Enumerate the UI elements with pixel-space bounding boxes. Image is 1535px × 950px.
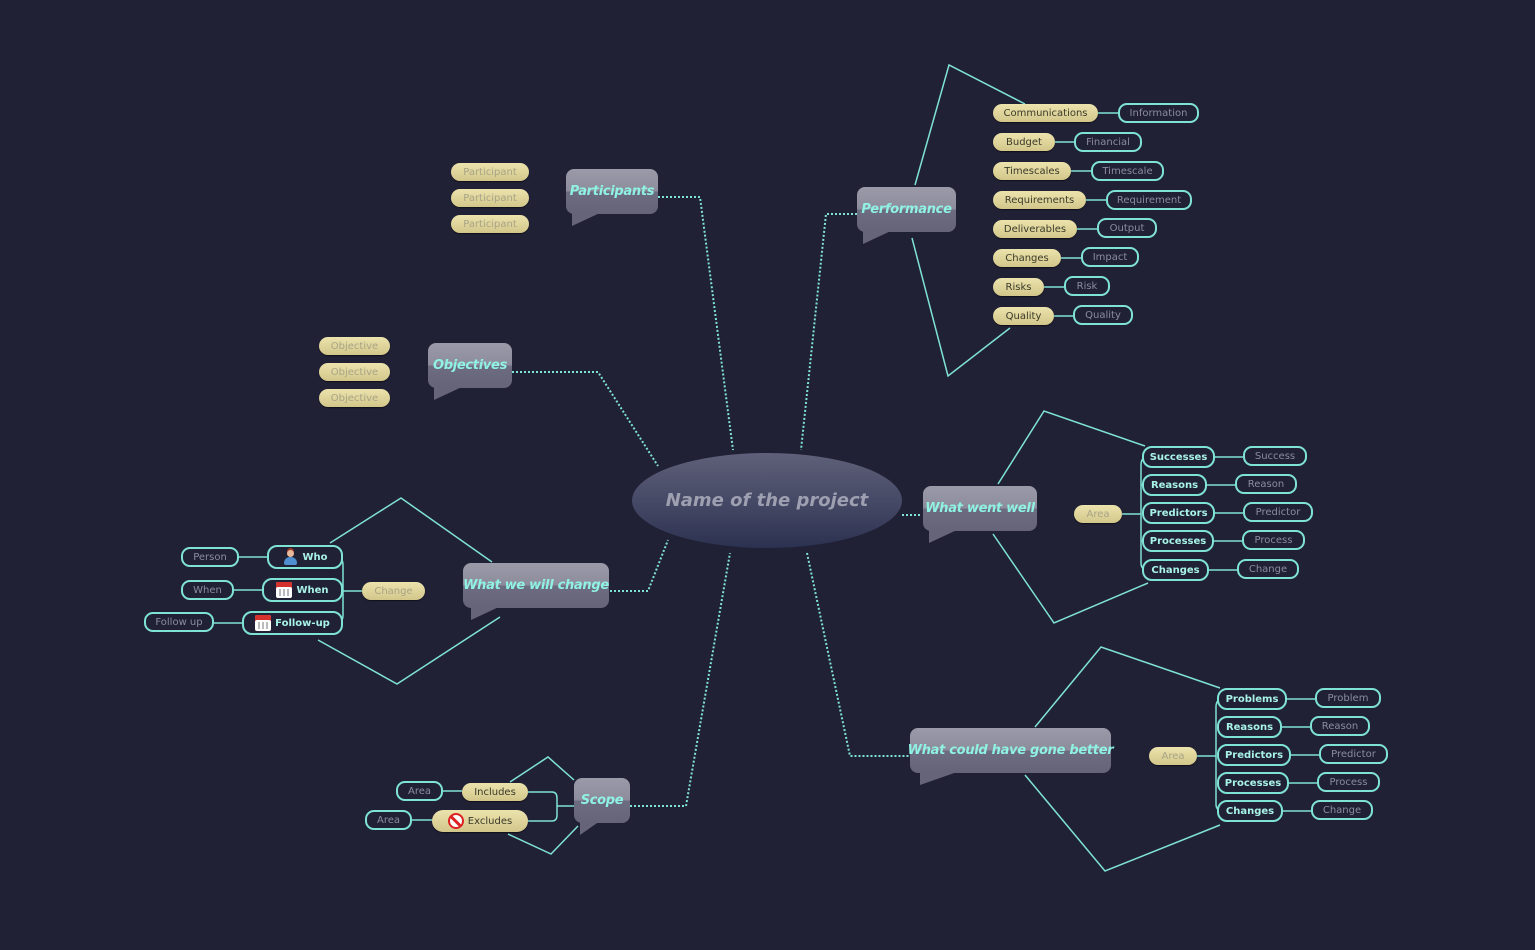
performance-detail-quality[interactable]: Quality [1073,305,1133,325]
will-change-change-node[interactable]: Change [362,582,425,600]
went-well-topic-reasons[interactable]: Reasons [1142,474,1207,496]
link-gone-better [806,552,910,757]
will-change-detail-follow-up[interactable]: Follow up [144,612,214,632]
gone-better-detail-reason[interactable]: Reason [1310,716,1370,736]
calendar-icon [276,582,293,598]
gone-better-detail-process[interactable]: Process [1317,772,1380,792]
link-performance [800,213,857,451]
no-entry-icon [447,813,464,829]
central-topic-label: Name of the project [665,490,869,511]
who-label: Who [302,551,328,563]
participants-label: Participants [569,184,655,199]
will-change-topic-who[interactable]: Who [267,545,343,569]
went-well-detail-reason[interactable]: Reason [1235,474,1297,494]
went-well-bubble[interactable]: What went well [923,486,1037,543]
went-well-topic-changes[interactable]: Changes [1142,559,1209,581]
went-well-topic-predictors[interactable]: Predictors [1142,502,1215,524]
performance-detail-risk[interactable]: Risk [1064,276,1110,296]
bracket-went-well-bottom [992,533,1149,624]
performance-detail-information[interactable]: Information [1118,103,1199,123]
performance-topic-deliverables[interactable]: Deliverables [993,220,1077,238]
gone-better-label: What could have gone better [907,743,1114,758]
objectives-label: Objectives [432,358,508,373]
performance-detail-requirement[interactable]: Requirement [1106,190,1192,210]
went-well-topic-successes[interactable]: Successes [1142,446,1215,468]
participant-node[interactable]: Participant [451,215,529,233]
gone-better-topic-predictors[interactable]: Predictors [1217,744,1291,766]
central-topic[interactable]: Name of the project [632,453,902,548]
scope-topic-includes[interactable]: Includes [462,783,528,801]
will-change-label: What we will change [463,578,609,593]
participant-node[interactable]: Participant [451,189,529,207]
performance-topic-budget[interactable]: Budget [993,133,1055,151]
will-change-bubble[interactable]: What we will change [463,563,609,620]
performance-detail-impact[interactable]: Impact [1081,247,1139,267]
went-well-detail-change[interactable]: Change [1237,559,1299,579]
link-objectives [512,371,659,467]
went-well-detail-process[interactable]: Process [1242,530,1305,550]
excludes-label: Excludes [467,815,513,827]
link-will-change [610,539,669,592]
scope-detail-area-excludes[interactable]: Area [365,810,412,830]
performance-detail-timescale[interactable]: Timescale [1091,161,1164,181]
performance-detail-output[interactable]: Output [1097,218,1157,238]
gone-better-topic-changes[interactable]: Changes [1217,800,1283,822]
performance-topic-changes[interactable]: Changes [993,249,1061,267]
will-change-detail-person[interactable]: Person [181,547,239,567]
performance-topic-quality[interactable]: Quality [993,307,1054,325]
went-well-label: What went well [925,501,1035,516]
bracket-went-well-top [997,410,1146,485]
performance-bubble[interactable]: Performance [857,187,956,244]
person-icon [282,549,298,565]
gone-better-topic-problems[interactable]: Problems [1217,688,1287,710]
link-participants [658,196,734,451]
when-label: When [296,584,329,596]
link-scope [630,552,731,807]
gone-better-bubble[interactable]: What could have gone better [907,728,1114,785]
performance-detail-financial[interactable]: Financial [1074,132,1142,152]
bracket-will-change-bottom [317,616,501,685]
went-well-topic-processes[interactable]: Processes [1142,530,1214,552]
went-well-detail-success[interactable]: Success [1243,446,1307,466]
performance-label: Performance [861,202,952,217]
will-change-topic-follow-up[interactable]: Follow-up [242,611,343,635]
participant-node[interactable]: Participant [451,163,529,181]
gone-better-area-node[interactable]: Area [1149,747,1197,765]
objective-node[interactable]: Objective [319,389,390,407]
performance-topic-requirements[interactable]: Requirements [993,191,1086,209]
bracket-scope-top [509,756,575,783]
went-well-detail-predictor[interactable]: Predictor [1243,502,1313,522]
performance-topic-timescales[interactable]: Timescales [993,162,1071,180]
objective-node[interactable]: Objective [319,337,390,355]
gone-better-detail-predictor[interactable]: Predictor [1319,744,1388,764]
follow-up-label: Follow-up [275,617,330,629]
scope-bubble[interactable]: Scope [574,778,630,835]
will-change-topic-when[interactable]: When [262,578,343,602]
gone-better-topic-reasons[interactable]: Reasons [1217,716,1282,738]
participants-bubble[interactable]: Participants [566,169,658,226]
went-well-area-node[interactable]: Area [1074,505,1122,523]
calendar-icon [255,615,272,631]
scope-label: Scope [580,793,624,808]
gone-better-topic-processes[interactable]: Processes [1217,772,1289,794]
scope-topic-excludes[interactable]: Excludes [432,810,528,832]
performance-topic-communications[interactable]: Communications [993,104,1098,122]
performance-topic-risks[interactable]: Risks [993,278,1044,296]
objective-node[interactable]: Objective [319,363,390,381]
bracket-gone-better-bottom [1024,774,1221,872]
gone-better-detail-change[interactable]: Change [1311,800,1373,820]
bracket-will-change-top [329,497,493,563]
bracket-gone-better-top [1034,646,1221,728]
will-change-detail-when[interactable]: When [181,580,234,600]
gone-better-detail-problem[interactable]: Problem [1315,688,1381,708]
objectives-bubble[interactable]: Objectives [428,343,512,400]
scope-detail-area-includes[interactable]: Area [396,781,443,801]
